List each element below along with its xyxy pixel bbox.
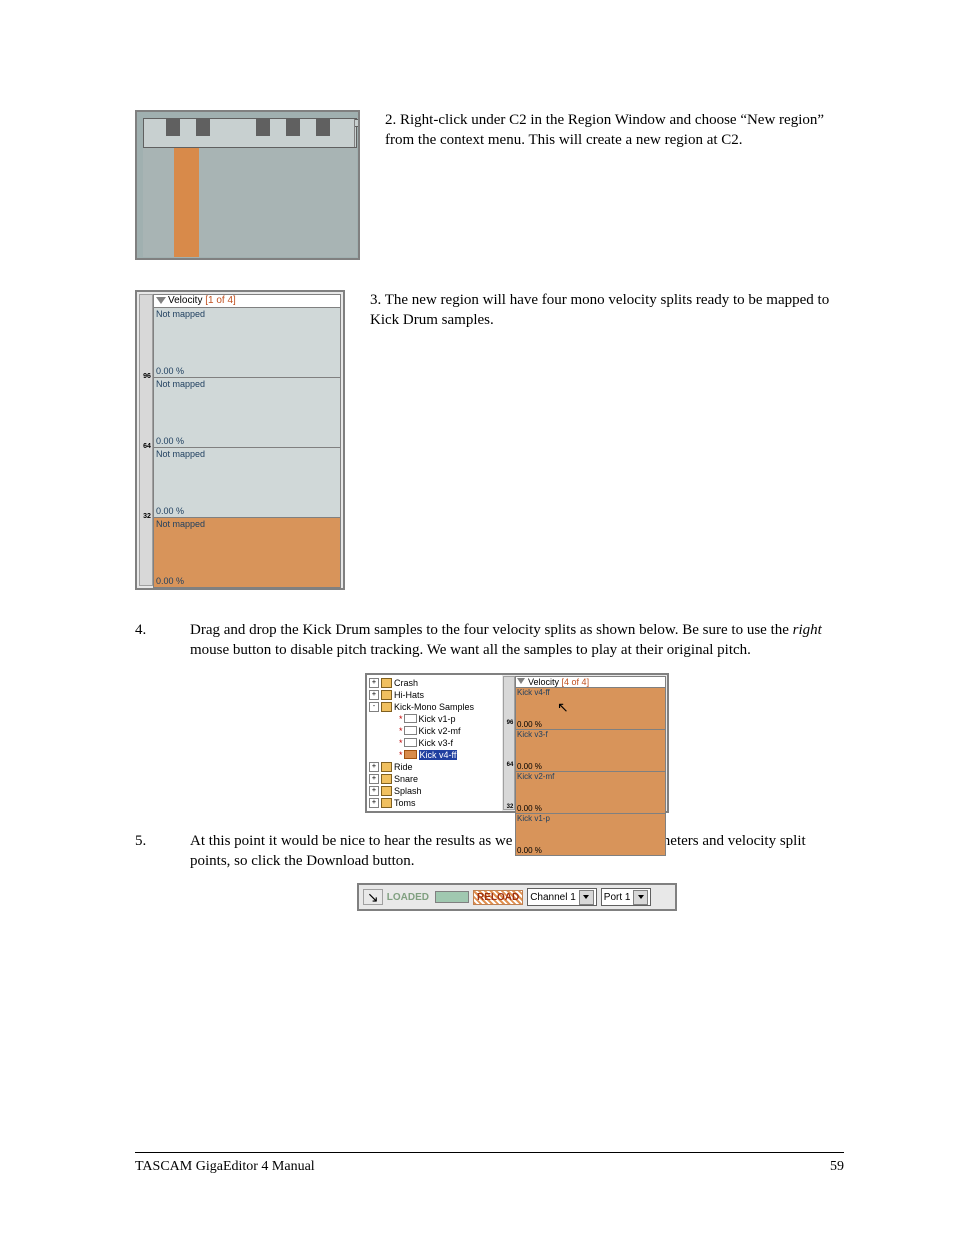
- figure-velocity-splits: 96 64 32 Velocity [1 of 4] Not mapped 0.…: [135, 290, 345, 590]
- tree-item: + Toms: [369, 797, 500, 809]
- tree-item: + Hi-Hats: [369, 689, 500, 701]
- tree-item: + Ride: [369, 761, 500, 773]
- tree-item: + Snare: [369, 773, 500, 785]
- step-2-text: 2. Right-click under C2 in the Region Wi…: [385, 110, 844, 151]
- sample-tree: + Crash + Hi-Hats - Kick-Mono Samples*Kick v1…: [367, 675, 502, 811]
- velocity-cell: Not mapped 0.00 %: [153, 308, 341, 378]
- chevron-down-icon: [156, 297, 166, 304]
- tree-item-label: Snare: [394, 774, 418, 784]
- tree-item: *Kick v1-p: [389, 713, 500, 725]
- folder-icon: [381, 690, 392, 700]
- velocity-header: Velocity [1 of 4]: [153, 294, 341, 308]
- wave-icon: [404, 750, 417, 759]
- folder-icon: [381, 702, 392, 712]
- velocity-panel: 96 64 32 Velocity [4 of 4] Kick v4-ff0.0…: [502, 675, 667, 811]
- tree-item-label: Kick v3-f: [419, 738, 454, 748]
- port-select: Port 1: [601, 888, 652, 906]
- manual-page: 2 2. Right-click under C2 in the Region …: [0, 0, 954, 1235]
- channel-select: Channel 1: [527, 888, 597, 906]
- velocity-cell: Not mapped 0.00 %: [153, 448, 341, 518]
- expand-icon: +: [369, 798, 379, 808]
- figure-drag-drop: + Crash + Hi-Hats - Kick-Mono Samples*Kick v1…: [365, 673, 669, 813]
- wave-icon: [404, 726, 417, 735]
- folder-icon: [381, 774, 392, 784]
- chevron-down-icon: [633, 890, 648, 905]
- expand-icon: +: [369, 762, 379, 772]
- expand-icon: +: [369, 786, 379, 796]
- arrow-icon: ↘: [367, 892, 379, 902]
- tree-item-label: Crash: [394, 678, 418, 688]
- figure-toolbar: ↘ LOADED RELOAD Channel 1 Port 1: [357, 883, 677, 911]
- folder-icon: [381, 678, 392, 688]
- region-window-screenshot: 2: [135, 110, 360, 260]
- step-4: 4. Drag and drop the Kick Drum samples t…: [135, 620, 844, 813]
- progress-bar: [435, 891, 469, 903]
- wave-icon: [404, 738, 417, 747]
- tree-item-label: Hi-Hats: [394, 690, 424, 700]
- velocity-cell: Not mapped 0.00 %: [153, 378, 341, 448]
- chevron-down-icon: [579, 890, 594, 905]
- tree-item: - Kick-Mono Samples: [369, 701, 500, 713]
- step-5: 5. At this point it would be nice to hea…: [135, 831, 844, 912]
- velocity-header: Velocity [4 of 4]: [515, 676, 666, 688]
- expand-icon: +: [369, 678, 379, 688]
- figure-region-window: 2: [135, 110, 360, 260]
- reload-button: RELOAD: [473, 890, 523, 905]
- folder-icon: [381, 798, 392, 808]
- tree-item: + Splash: [369, 785, 500, 797]
- velocity-cell: Kick v2-mf0.00 %: [515, 772, 666, 814]
- velocity-cell: Kick v3-f0.00 %: [515, 730, 666, 772]
- velocity-cell: Kick v1-p0.00 %: [515, 814, 666, 856]
- step-3-text: 3. The new region will have four mono ve…: [370, 290, 844, 331]
- footer-title: TASCAM GigaEditor 4 Manual: [135, 1159, 315, 1175]
- page-number: 59: [830, 1159, 844, 1175]
- step-number: 5.: [135, 831, 190, 912]
- expand-icon: -: [369, 702, 379, 712]
- wave-icon: [404, 714, 417, 723]
- loaded-label: LOADED: [387, 892, 429, 903]
- tree-item: *Kick v4-ff: [389, 749, 500, 761]
- folder-icon: [381, 762, 392, 772]
- tree-item-label: Ride: [394, 762, 413, 772]
- tree-item-label: Kick v4-ff: [419, 750, 458, 760]
- velocity-cell: Kick v4-ff0.00 %: [515, 688, 666, 730]
- tree-item-label: Toms: [394, 798, 416, 808]
- step-4-body: Drag and drop the Kick Drum samples to t…: [190, 620, 844, 813]
- step-2-row: 2 2. Right-click under C2 in the Region …: [135, 110, 844, 260]
- chevron-down-icon: [517, 678, 525, 684]
- tree-item: *Kick v2-mf: [389, 725, 500, 737]
- download-button: ↘: [363, 889, 383, 905]
- velocity-cell-selected: Not mapped 0.00 %: [153, 518, 341, 588]
- tree-item: *Kick v3-f: [389, 737, 500, 749]
- expand-icon: +: [369, 690, 379, 700]
- folder-icon: [381, 786, 392, 796]
- tree-item-label: Splash: [394, 786, 422, 796]
- tree-item-label: Kick v1-p: [419, 714, 456, 724]
- page-footer: TASCAM GigaEditor 4 Manual 59: [135, 1152, 844, 1175]
- tree-item-label: Kick-Mono Samples: [394, 702, 474, 712]
- tree-item: + Crash: [369, 677, 500, 689]
- step-number: 4.: [135, 620, 190, 813]
- step-3-row: 96 64 32 Velocity [1 of 4] Not mapped 0.…: [135, 290, 844, 590]
- tree-item-label: Kick v2-mf: [419, 726, 461, 736]
- expand-icon: +: [369, 774, 379, 784]
- velocity-splits-screenshot: 96 64 32 Velocity [1 of 4] Not mapped 0.…: [135, 290, 345, 590]
